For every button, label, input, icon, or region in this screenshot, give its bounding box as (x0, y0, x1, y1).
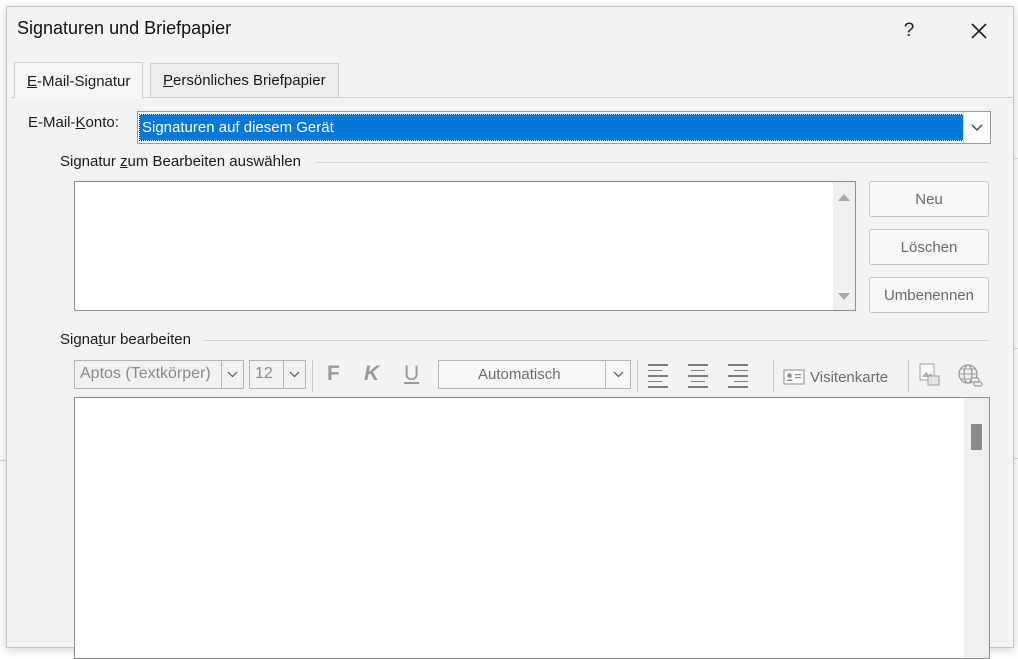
tab-divider (11, 97, 1013, 98)
group-title-part: um Bearbeiten auswählen (127, 153, 301, 170)
chevron-down-icon[interactable] (605, 361, 630, 388)
rename-button[interactable]: Umbenennen (869, 277, 989, 313)
delete-button[interactable]: Löschen (869, 229, 989, 265)
signature-list[interactable] (74, 181, 856, 311)
font-dropdown[interactable]: Aptos (Textkörper) (74, 360, 244, 389)
font-size-value: 12 (255, 365, 273, 382)
font-value: Aptos (Textkörper) (80, 365, 211, 382)
title-bar: Signaturen und Briefpapier ? (7, 7, 1013, 55)
align-center-icon[interactable] (688, 364, 708, 388)
tab-bar: E -Mail-Signatur Persönliches Briefpapier (7, 62, 1013, 99)
account-dropdown[interactable]: Signaturen auf diesem Gerät (137, 111, 991, 144)
insert-picture-icon[interactable] (919, 363, 941, 387)
signature-editor[interactable] (74, 397, 990, 659)
group-divider (315, 162, 989, 163)
list-scrollbar[interactable] (833, 182, 855, 310)
align-right-icon[interactable] (728, 364, 748, 388)
chevron-down-icon[interactable] (963, 112, 990, 143)
new-button[interactable]: Neu (869, 181, 989, 217)
select-signature-group-title: Signatur zum Bearbeiten auswählen (60, 153, 301, 170)
font-color-value: Automatisch (478, 366, 561, 383)
toolbar-separator (637, 360, 638, 392)
toolbar-separator (773, 360, 774, 392)
tab-email-signature[interactable]: E -Mail-Signatur (14, 62, 144, 99)
insert-hyperlink-icon[interactable] (957, 363, 983, 387)
close-button[interactable] (962, 15, 996, 47)
close-icon (971, 23, 987, 39)
account-label: E-Mail-Konto: (28, 114, 119, 131)
italic-button[interactable]: K (364, 362, 379, 386)
group-title-part: Signatur (60, 153, 121, 170)
account-label-accel: K (75, 114, 86, 131)
group-title-part: Signa (60, 331, 99, 348)
bold-button[interactable]: F (327, 362, 340, 386)
align-left-icon[interactable] (648, 364, 668, 388)
scroll-up-icon[interactable] (838, 194, 850, 201)
chevron-down-icon[interactable] (283, 361, 305, 388)
tab-label-accel: E (27, 72, 38, 90)
group-title-accel: z (120, 153, 128, 170)
tab-label-accel: P (163, 72, 174, 89)
dialog-title: Signaturen und Briefpapier (17, 18, 232, 38)
account-selected-value: Signaturen auf diesem Gerät (139, 114, 964, 141)
underline-button[interactable]: U (404, 362, 419, 386)
help-button[interactable]: ? (892, 15, 926, 47)
chevron-down-icon[interactable] (221, 361, 243, 388)
tab-personal-stationery[interactable]: Persönliches Briefpapier (150, 63, 339, 97)
group-title-part: ur bearbeiten (102, 331, 191, 348)
font-size-dropdown[interactable]: 12 (249, 360, 306, 389)
toolbar-separator (908, 360, 909, 392)
tab-label: -Mail-Signatur (37, 72, 131, 90)
editor-scrollbar[interactable] (964, 398, 989, 658)
font-color-dropdown[interactable]: Automatisch (438, 360, 631, 389)
business-card-label: Visitenkarte (810, 368, 889, 386)
scrollbar-thumb[interactable] (971, 424, 982, 450)
edit-signature-group-title: Signatur bearbeiten (60, 331, 191, 348)
group-divider (203, 340, 989, 341)
scroll-down-icon[interactable] (838, 293, 850, 300)
business-card-button[interactable]: Visitenkarte (783, 365, 888, 389)
signatures-dialog: Signaturen und Briefpapier ? E -Mail-Sign… (6, 6, 1014, 659)
toolbar-separator (312, 360, 313, 392)
account-label-part: onto: (85, 114, 119, 131)
tab-label: ersönliches Briefpapier (173, 72, 326, 89)
account-label-part: E-Mail- (28, 114, 76, 131)
business-card-icon (783, 369, 805, 385)
